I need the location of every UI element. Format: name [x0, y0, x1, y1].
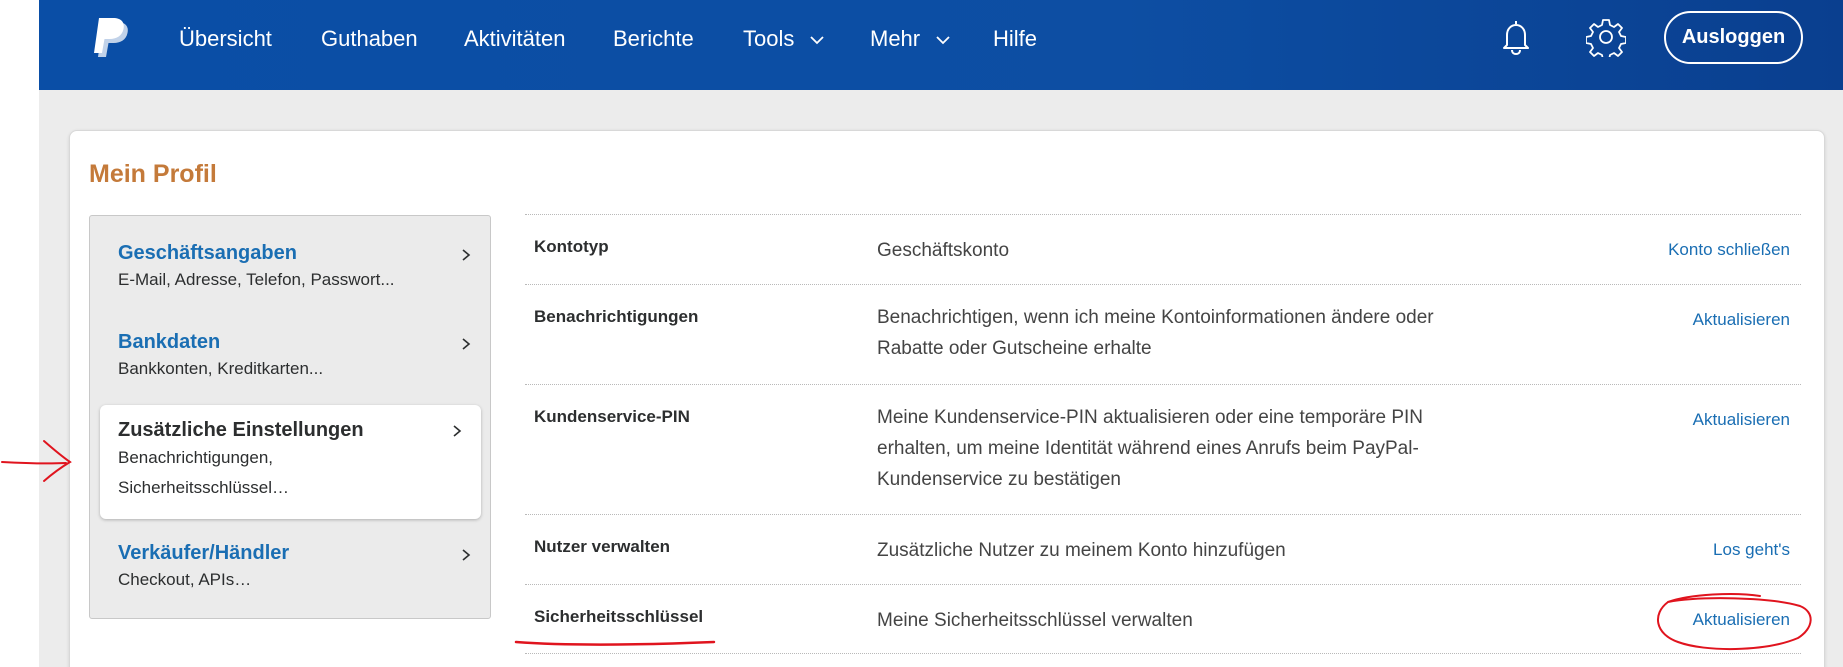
chevron-right-icon — [462, 549, 471, 561]
row-description: Benachrichtigen, wenn ich meine Kontoinf… — [877, 307, 1434, 359]
paypal-logo-icon[interactable] — [89, 18, 133, 62]
nav-overview[interactable]: Übersicht — [179, 24, 272, 54]
row-label: Kontotyp — [534, 237, 609, 256]
gear-icon[interactable] — [1586, 17, 1626, 57]
settings-row-account-type: Kontotyp Geschäftskonto Konto schließen — [525, 214, 1801, 284]
nav-activities[interactable]: Aktivitäten — [464, 24, 566, 54]
settings-row-security-keys: Sicherheitsschlüssel Meine Sicherheitssc… — [525, 584, 1801, 654]
logout-button[interactable]: Ausloggen — [1664, 11, 1803, 64]
nav-reports[interactable]: Berichte — [613, 24, 694, 54]
chevron-down-icon — [810, 36, 825, 44]
nav-help[interactable]: Hilfe — [993, 24, 1037, 54]
close-account-link[interactable]: Konto schließen — [1668, 240, 1790, 260]
sidebar-item-desc: Checkout, APIs… — [118, 570, 252, 589]
profile-sidebar: Geschäftsangaben E-Mail, Adresse, Telefo… — [89, 215, 491, 619]
sidebar-item-additional-settings[interactable]: Zusätzliche Einstellungen Benachrichtigu… — [100, 405, 481, 519]
sidebar-item-desc: Sicherheitsschlüssel… — [118, 478, 290, 497]
sidebar-item-title: Verkäufer/Händler — [118, 542, 290, 564]
sidebar-item-desc: Bankkonten, Kreditkarten... — [118, 359, 324, 378]
page-title: Mein Profil — [89, 160, 217, 188]
settings-row-manage-users: Nutzer verwalten Zusätzliche Nutzer zu m… — [525, 514, 1801, 584]
nav-more[interactable]: Mehr — [870, 24, 950, 54]
update-notifications-link[interactable]: Aktualisieren — [1693, 310, 1790, 330]
nav-tools-label: Tools — [743, 26, 795, 51]
sidebar-item-title: Bankdaten — [118, 331, 221, 353]
nav-balance[interactable]: Guthaben — [321, 24, 418, 54]
nav-more-label: Mehr — [870, 26, 921, 51]
sidebar-item-desc: E-Mail, Adresse, Telefon, Passwort... — [118, 270, 395, 289]
top-navigation-bar: Übersicht Guthaben Aktivitäten Berichte … — [39, 0, 1843, 90]
chevron-right-icon — [462, 249, 471, 261]
update-pin-link[interactable]: Aktualisieren — [1693, 410, 1790, 430]
chevron-down-icon — [936, 36, 950, 44]
manage-users-link[interactable]: Los geht's — [1713, 540, 1790, 560]
row-description: Meine Sicherheitsschlüssel verwalten — [877, 610, 1193, 631]
sidebar-item-business-info[interactable]: Geschäftsangaben E-Mail, Adresse, Telefo… — [90, 226, 490, 308]
settings-row-notifications: Benachrichtigungen Benachrichtigen, wenn… — [525, 284, 1801, 384]
nav-tools[interactable]: Tools — [743, 24, 825, 54]
settings-row-customer-service-pin: Kundenservice-PIN Meine Kundenservice-PI… — [525, 384, 1801, 514]
sidebar-item-title: Zusätzliche Einstellungen — [118, 419, 364, 441]
sidebar-item-title: Geschäftsangaben — [118, 242, 297, 264]
row-label: Sicherheitsschlüssel — [534, 607, 704, 626]
row-description: Meine Kundenservice-PIN aktualisieren od… — [877, 407, 1423, 490]
row-label: Nutzer verwalten — [534, 537, 671, 556]
sidebar-item-desc: Benachrichtigungen, — [118, 448, 274, 467]
row-description: Geschäftskonto — [877, 240, 1010, 261]
row-description: Zusätzliche Nutzer zu meinem Konto hinzu… — [877, 540, 1286, 561]
update-security-keys-link[interactable]: Aktualisieren — [1693, 610, 1790, 630]
chevron-right-icon — [453, 425, 462, 437]
sidebar-item-bank-data[interactable]: Bankdaten Bankkonten, Kreditkarten... — [90, 315, 490, 397]
row-label: Kundenservice-PIN — [534, 407, 690, 426]
sidebar-item-seller-merchant[interactable]: Verkäufer/Händler Checkout, APIs… — [90, 526, 490, 608]
row-label: Benachrichtigungen — [534, 307, 699, 326]
bell-icon[interactable] — [1496, 17, 1536, 57]
chevron-right-icon — [462, 338, 471, 350]
